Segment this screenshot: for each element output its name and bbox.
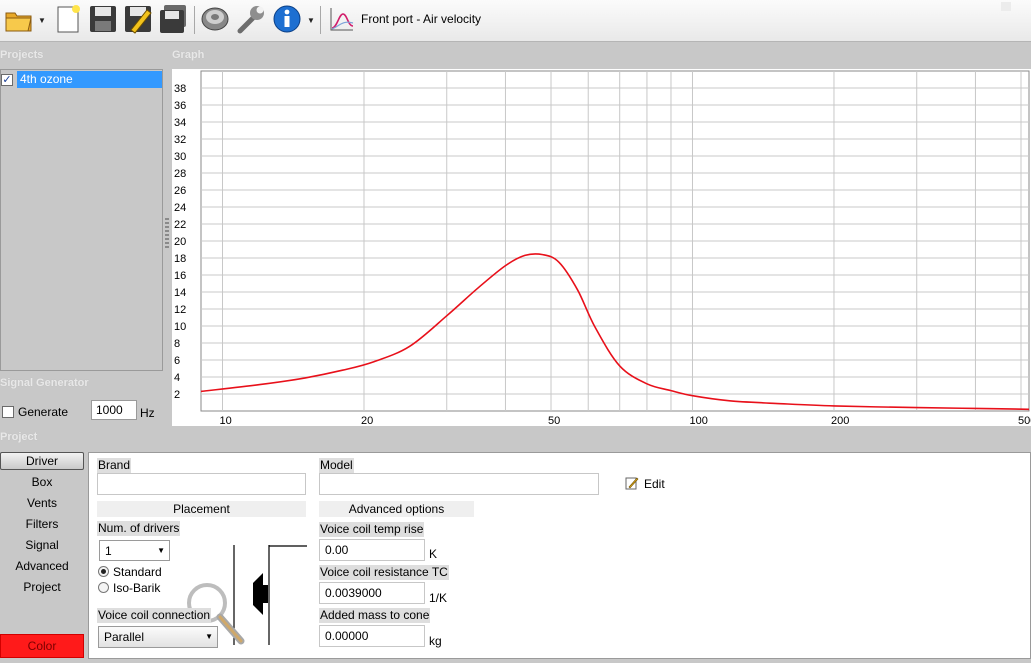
driver-icon[interactable] — [200, 4, 230, 34]
voice-coil-connection-value: Parallel — [104, 630, 145, 644]
num-drivers-value: 1 — [105, 544, 112, 558]
toolbar-separator — [320, 6, 321, 34]
save-icon[interactable] — [88, 4, 118, 34]
y-tick-label: 10 — [174, 321, 186, 333]
nav-box[interactable]: Box — [0, 475, 84, 489]
edit-icon[interactable] — [625, 476, 639, 493]
projects-list: ✓ 4th ozone — [0, 69, 163, 371]
model-field[interactable] — [319, 473, 599, 495]
info-icon[interactable] — [272, 4, 302, 34]
x-tick-label: 20 — [361, 415, 373, 426]
y-tick-label: 28 — [174, 168, 186, 180]
vc-resistance-tc-label: Voice coil resistance TC — [319, 565, 449, 580]
voice-coil-connection-label: Voice coil connection — [97, 608, 212, 623]
graph-icon[interactable] — [327, 4, 357, 34]
toolbar: ▼ ▼ Front port - Air velocity — [0, 0, 1031, 42]
brand-label: Brand — [97, 458, 132, 473]
settings-wrench-icon[interactable] — [236, 4, 266, 34]
generate-label: Generate — [18, 405, 69, 419]
air-velocity-graph: 2 4 6 8 10 12 14 16 18 20 22 24 26 28 30 32 34 36 38 10 20 50… — [172, 69, 1031, 426]
y-tick-label: 12 — [174, 304, 186, 316]
isobarik-radio[interactable] — [98, 582, 109, 593]
y-tick-label: 16 — [174, 270, 186, 282]
y-tick-label: 8 — [174, 338, 180, 350]
y-tick-label: 4 — [174, 372, 180, 384]
y-tick-label: 26 — [174, 185, 186, 197]
advanced-options-header: Advanced options — [319, 501, 474, 517]
added-mass-label: Added mass to cone — [319, 608, 431, 623]
save-all-icon[interactable] — [158, 4, 188, 34]
driver-panel: Brand Model Edit Placement Num. of drive… — [88, 452, 1031, 659]
y-tick-label: 32 — [174, 134, 186, 146]
edit-button[interactable]: Edit — [644, 477, 665, 491]
chevron-down-icon: ▼ — [205, 632, 213, 641]
window-corner — [1001, 2, 1011, 11]
graph-selector-title[interactable]: Front port - Air velocity — [361, 12, 481, 26]
graph-plot: 246810121416182022242628303234363810 20 50… — [174, 70, 1031, 426]
nav-signal[interactable]: Signal — [0, 538, 84, 552]
model-label: Model — [319, 458, 354, 473]
num-drivers-select[interactable]: 1 ▼ — [99, 540, 170, 561]
voice-coil-connection-select[interactable]: Parallel ▼ — [98, 626, 218, 648]
project-item[interactable]: 4th ozone — [17, 71, 162, 88]
generate-checkbox[interactable] — [2, 406, 14, 418]
y-tick-label: 18 — [174, 253, 186, 265]
x-tick-label: 500 — [1018, 415, 1031, 426]
brand-field[interactable] — [97, 473, 306, 495]
vc-temp-rise-label: Voice coil temp rise — [319, 522, 425, 537]
color-button[interactable]: Color — [0, 634, 84, 658]
vc-resistance-tc-field[interactable]: 0.0039000 — [319, 582, 425, 604]
standard-radio[interactable] — [98, 566, 109, 577]
projects-section-label: Projects — [0, 49, 44, 61]
vc-resistance-tc-unit: 1/K — [429, 591, 448, 605]
standard-label: Standard — [113, 565, 162, 579]
y-tick-label: 38 — [174, 83, 186, 95]
x-tick-label: 100 — [689, 415, 707, 426]
y-tick-label: 34 — [174, 117, 186, 129]
nav-filters[interactable]: Filters — [0, 517, 84, 531]
added-mass-field[interactable]: 0.00000 — [319, 625, 425, 647]
placement-header: Placement — [97, 501, 306, 517]
y-tick-label: 20 — [174, 236, 186, 248]
project-checkbox[interactable]: ✓ — [1, 74, 13, 86]
splitter-handle[interactable] — [165, 218, 169, 248]
added-mass-unit: kg — [429, 634, 442, 648]
project-section-label: Project — [0, 431, 38, 443]
y-tick-label: 22 — [174, 219, 186, 231]
y-tick-label: 2 — [174, 389, 180, 401]
frequency-input[interactable]: 1000 — [91, 400, 137, 420]
nav-project[interactable]: Project — [0, 580, 84, 594]
y-tick-label: 36 — [174, 100, 186, 112]
x-tick-label: 200 — [831, 415, 849, 426]
open-dropdown-arrow[interactable]: ▼ — [38, 16, 46, 25]
nav-vents[interactable]: Vents — [0, 496, 84, 510]
x-tick-label: 50 — [548, 415, 560, 426]
frequency-unit: Hz — [140, 406, 155, 420]
vc-temp-rise-field[interactable]: 0.00 — [319, 539, 425, 561]
nav-driver[interactable]: Driver — [0, 452, 84, 470]
y-tick-label: 24 — [174, 202, 186, 214]
y-tick-label: 30 — [174, 151, 186, 163]
signal-generator-label: Signal Generator — [0, 377, 89, 389]
open-folder-icon[interactable] — [4, 4, 34, 34]
chevron-down-icon: ▼ — [157, 546, 165, 555]
save-as-icon[interactable] — [123, 4, 153, 34]
graph-section-label: Graph — [172, 49, 205, 61]
num-drivers-label: Num. of drivers — [97, 521, 181, 536]
y-tick-label: 6 — [174, 355, 180, 367]
isobarik-label: Iso-Barik — [113, 581, 161, 595]
nav-advanced[interactable]: Advanced — [0, 559, 84, 573]
vc-temp-rise-unit: K — [429, 547, 438, 561]
info-dropdown-arrow[interactable]: ▼ — [307, 16, 315, 25]
y-tick-label: 14 — [174, 287, 186, 299]
toolbar-separator — [194, 6, 195, 34]
x-tick-label: 10 — [220, 415, 232, 426]
new-document-icon[interactable] — [54, 4, 84, 34]
